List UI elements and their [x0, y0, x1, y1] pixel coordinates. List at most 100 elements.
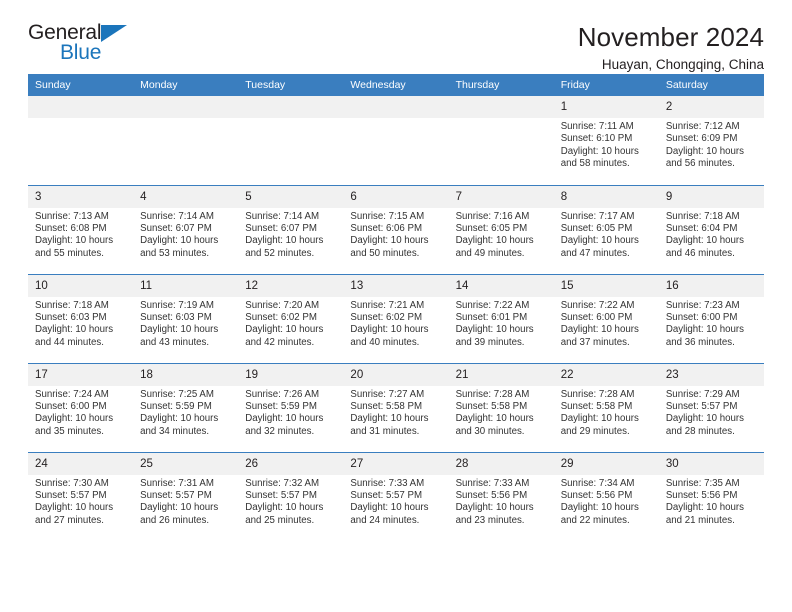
- calendar-week-row: 3 Sunrise: 7:13 AM Sunset: 6:08 PM Daylight…: [28, 184, 764, 274]
- calendar-cell-inner: 11 Sunrise: 7:19 AM Sunset: 6:03 PM Dayligh…: [133, 274, 239, 363]
- sunrise-text: Sunrise: 7:21 AM: [350, 299, 425, 311]
- calendar-cell-inner: [343, 96, 449, 185]
- daylight-text: Daylight: 10 hours and 56 minutes.: [665, 145, 744, 170]
- calendar-day-cell[interactable]: 8 Sunrise: 7:17 AM Sunset: 6:05 PM Daylight…: [553, 184, 659, 274]
- calendar-day-cell[interactable]: 10 Sunrise: 7:18 AM Sunset: 6:03 PM Dayligh…: [28, 273, 134, 363]
- calendar-day-cell[interactable]: 3 Sunrise: 7:13 AM Sunset: 6:08 PM Daylight…: [28, 184, 134, 274]
- calendar-cell-inner: 7 Sunrise: 7:16 AM Sunset: 6:05 PM Daylight…: [448, 185, 554, 274]
- calendar-day-cell[interactable]: 16 Sunrise: 7:23 AM Sunset: 6:00 PM Dayligh…: [658, 273, 764, 363]
- calendar-day-cell[interactable]: 25 Sunrise: 7:31 AM Sunset: 5:57 PM Dayligh…: [133, 451, 239, 541]
- daylight-text: Daylight: 10 hours and 29 minutes.: [560, 413, 639, 437]
- sunrise-text: Sunrise: 7:14 AM: [140, 210, 214, 222]
- calendar-cell-inner: 29 Sunrise: 7:34 AM Sunset: 5:56 PM Dayligh…: [553, 452, 659, 542]
- calendar-day-cell[interactable]: 1 Sunrise: 7:11 AM Sunset: 6:10 PM Daylight…: [553, 96, 659, 185]
- calendar-day-cell[interactable]: 6 Sunrise: 7:15 AM Sunset: 6:06 PM Daylight…: [343, 184, 449, 274]
- daylight-text: Daylight: 10 hours and 27 minutes.: [35, 502, 114, 526]
- daylight-text: Daylight: 10 hours and 42 minutes.: [245, 324, 324, 348]
- calendar-day-cell[interactable]: 13 Sunrise: 7:21 AM Sunset: 6:02 PM Dayligh…: [343, 273, 449, 363]
- calendar-day-cell[interactable]: 23 Sunrise: 7:29 AM Sunset: 5:57 PM Dayligh…: [658, 362, 764, 452]
- sunset-text: Sunset: 6:01 PM: [455, 311, 528, 323]
- calendar-day-cell[interactable]: 30 Sunrise: 7:35 AM Sunset: 5:56 PM Dayligh…: [658, 451, 764, 541]
- day-details: Sunrise: 7:18 AM Sunset: 6:04 PM Daylight:…: [659, 208, 764, 261]
- calendar-day-cell[interactable]: 29 Sunrise: 7:34 AM Sunset: 5:56 PM Dayligh…: [553, 451, 659, 542]
- calendar-cell-inner: [238, 96, 344, 185]
- daylight-text: Daylight: 10 hours and 47 minutes.: [560, 235, 639, 259]
- calendar-day-cell[interactable]: 14 Sunrise: 7:22 AM Sunset: 6:01 PM Dayligh…: [448, 273, 554, 363]
- calendar-page: General Blue November 2024 Huayan, Chong…: [0, 0, 792, 612]
- calendar-day-cell[interactable]: 18 Sunrise: 7:25 AM Sunset: 5:59 PM Dayligh…: [133, 362, 239, 452]
- calendar-day-cell[interactable]: 27 Sunrise: 7:33 AM Sunset: 5:57 PM Dayligh…: [343, 451, 449, 541]
- daylight-text: Daylight: 10 hours and 28 minutes.: [665, 413, 744, 437]
- sunset-text: Sunset: 6:06 PM: [350, 222, 423, 234]
- calendar-day-cell[interactable]: 26 Sunrise: 7:32 AM Sunset: 5:57 PM Dayligh…: [238, 451, 344, 541]
- calendar-cell-inner: 4 Sunrise: 7:14 AM Sunset: 6:07 PM Daylight…: [133, 185, 239, 274]
- daylight-text: Daylight: 10 hours and 36 minutes.: [665, 324, 744, 348]
- calendar-day-cell[interactable]: 12 Sunrise: 7:20 AM Sunset: 6:02 PM Dayligh…: [238, 273, 344, 363]
- sunrise-text: Sunrise: 7:11 AM: [560, 121, 634, 132]
- calendar-cell-inner: 22 Sunrise: 7:28 AM Sunset: 5:58 PM Dayligh…: [553, 363, 659, 452]
- calendar-cell-inner: [28, 96, 134, 185]
- day-details: Sunrise: 7:17 AM Sunset: 6:05 PM Daylight:…: [554, 208, 659, 261]
- calendar-header-row: Sunday Monday Tuesday Wednesday Thursday…: [28, 74, 764, 96]
- day-details: Sunrise: 7:32 AM Sunset: 5:57 PM Daylight:…: [238, 475, 343, 528]
- day-number: 15: [553, 274, 659, 297]
- calendar-day-cell[interactable]: 17 Sunrise: 7:24 AM Sunset: 6:00 PM Dayligh…: [28, 362, 134, 452]
- calendar-cell-inner: 21 Sunrise: 7:28 AM Sunset: 5:58 PM Dayligh…: [448, 363, 554, 452]
- sunset-text: Sunset: 6:08 PM: [35, 222, 107, 234]
- day-details: Sunrise: 7:18 AM Sunset: 6:03 PM Daylight:…: [28, 297, 133, 350]
- sunrise-text: Sunrise: 7:27 AM: [350, 388, 425, 400]
- day-details: Sunrise: 7:14 AM Sunset: 6:07 PM Daylight:…: [133, 208, 238, 261]
- calendar-week-row: 24 Sunrise: 7:30 AM Sunset: 5:57 PM Dayligh…: [28, 451, 764, 542]
- calendar-day-cell[interactable]: 9 Sunrise: 7:18 AM Sunset: 6:04 PM Daylight…: [658, 184, 764, 274]
- calendar-cell-inner: 5 Sunrise: 7:14 AM Sunset: 6:07 PM Daylight…: [238, 185, 344, 274]
- page-header: General Blue November 2024 Huayan, Chong…: [28, 0, 764, 74]
- calendar-day-cell[interactable]: 11 Sunrise: 7:19 AM Sunset: 6:03 PM Dayligh…: [133, 273, 239, 363]
- daylight-text: Daylight: 10 hours and 26 minutes.: [140, 502, 219, 526]
- day-number: 11: [133, 274, 239, 297]
- day-number: [133, 96, 239, 118]
- day-details: Sunrise: 7:14 AM Sunset: 6:07 PM Daylight:…: [238, 208, 343, 261]
- day-number: 7: [448, 185, 554, 208]
- daylight-text: Daylight: 10 hours and 52 minutes.: [245, 235, 324, 259]
- daylight-text: Daylight: 10 hours and 31 minutes.: [350, 413, 429, 437]
- day-number: 5: [238, 185, 344, 208]
- daylight-text: Daylight: 10 hours and 24 minutes.: [350, 502, 429, 526]
- title-block: November 2024 Huayan, Chongqing, China: [578, 22, 764, 75]
- sunset-text: Sunset: 6:07 PM: [140, 222, 212, 234]
- calendar-cell-empty: [28, 96, 134, 185]
- calendar-cell-inner: 16 Sunrise: 7:23 AM Sunset: 6:00 PM Dayligh…: [658, 274, 764, 363]
- sunrise-text: Sunrise: 7:34 AM: [560, 477, 635, 489]
- calendar-day-cell[interactable]: 2 Sunrise: 7:12 AM Sunset: 6:09 PM Daylight…: [658, 96, 764, 185]
- day-number: 17: [28, 363, 134, 386]
- calendar-day-cell[interactable]: 28 Sunrise: 7:33 AM Sunset: 5:56 PM Dayligh…: [448, 451, 554, 541]
- daylight-text: Daylight: 10 hours and 22 minutes.: [560, 502, 639, 526]
- calendar-cell-empty: [448, 96, 554, 185]
- calendar-day-cell[interactable]: 24 Sunrise: 7:30 AM Sunset: 5:57 PM Dayligh…: [28, 451, 134, 541]
- daylight-text: Daylight: 10 hours and 46 minutes.: [665, 235, 744, 259]
- day-number: 8: [553, 185, 659, 208]
- weekday-header-wednesday: Wednesday: [343, 74, 449, 96]
- calendar-day-cell[interactable]: 5 Sunrise: 7:14 AM Sunset: 6:07 PM Daylight…: [238, 184, 344, 274]
- calendar-day-cell[interactable]: 19 Sunrise: 7:26 AM Sunset: 5:59 PM Dayligh…: [238, 362, 344, 452]
- calendar-day-cell[interactable]: 4 Sunrise: 7:14 AM Sunset: 6:07 PM Daylight…: [133, 184, 239, 274]
- day-number: 1: [553, 96, 659, 118]
- sunrise-text: Sunrise: 7:13 AM: [35, 210, 109, 222]
- calendar-day-cell[interactable]: 20 Sunrise: 7:27 AM Sunset: 5:58 PM Dayligh…: [343, 362, 449, 452]
- sunset-text: Sunset: 5:57 PM: [140, 489, 212, 501]
- day-number: 29: [553, 452, 659, 475]
- calendar-day-cell[interactable]: 15 Sunrise: 7:22 AM Sunset: 6:00 PM Dayligh…: [553, 273, 659, 363]
- day-details: Sunrise: 7:11 AM Sunset: 6:10 PM Daylight:…: [554, 118, 659, 171]
- calendar-day-cell[interactable]: 22 Sunrise: 7:28 AM Sunset: 5:58 PM Dayligh…: [553, 362, 659, 452]
- daylight-text: Daylight: 10 hours and 30 minutes.: [455, 413, 534, 437]
- sunset-text: Sunset: 5:59 PM: [245, 400, 317, 412]
- daylight-text: Daylight: 10 hours and 53 minutes.: [140, 235, 219, 259]
- sunrise-text: Sunrise: 7:18 AM: [665, 210, 740, 222]
- daylight-text: Daylight: 10 hours and 37 minutes.: [560, 324, 639, 348]
- day-number: 20: [343, 363, 449, 386]
- calendar-day-cell[interactable]: 7 Sunrise: 7:16 AM Sunset: 6:05 PM Daylight…: [448, 184, 554, 274]
- sunrise-text: Sunrise: 7:31 AM: [140, 477, 214, 489]
- day-details: Sunrise: 7:33 AM Sunset: 5:56 PM Daylight:…: [449, 475, 554, 528]
- daylight-text: Daylight: 10 hours and 35 minutes.: [35, 413, 114, 437]
- calendar-day-cell[interactable]: 21 Sunrise: 7:28 AM Sunset: 5:58 PM Dayligh…: [448, 362, 554, 452]
- sunset-text: Sunset: 6:09 PM: [665, 133, 738, 145]
